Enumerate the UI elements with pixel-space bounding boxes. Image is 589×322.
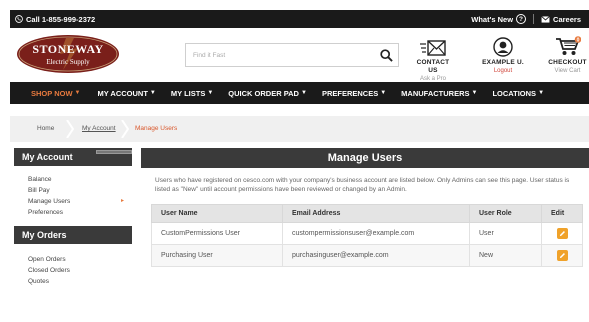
search-icon (379, 48, 393, 62)
chevron-down-icon: ▼ (380, 90, 387, 96)
topbar-divider (533, 14, 535, 24)
nav-my-lists[interactable]: MY LISTS ▼ (171, 82, 213, 104)
sidebar-item-preferences[interactable]: Preferences (28, 207, 132, 218)
contact-us-link[interactable]: CONTACT US Ask a Pro (411, 35, 455, 83)
column-header: Edit (541, 204, 583, 223)
pencil-icon (559, 231, 565, 237)
nav-locations[interactable]: LOCATIONS ▼ (492, 82, 544, 104)
edit-cell (541, 222, 583, 245)
chevron-right-icon: ▸ (120, 198, 124, 204)
logo-tagline: Electric Supply (46, 58, 90, 66)
user-avatar-icon (493, 37, 513, 57)
sidebar-item-manage-users[interactable]: Manage Users ▸ (28, 196, 132, 207)
email-cell: purchasinguser@example.com (282, 244, 470, 267)
top-bar: Call 1-855-999-2372 What's New ? Careers (10, 10, 589, 28)
table-row: Purchasing User purchasinguser@example.c… (151, 244, 583, 267)
sidebar-item-closed-orders[interactable]: Closed Orders (28, 265, 132, 276)
email-cell: custompermissionsuser@example.com (282, 222, 470, 245)
sidebar-orders-list: Open Orders Closed Orders Quotes (14, 244, 132, 295)
column-header: User Name (151, 204, 283, 223)
careers-link[interactable]: Careers (553, 15, 581, 24)
breadcrumb-chevron-icon (66, 120, 74, 138)
sidebar-item-open-orders[interactable]: Open Orders (28, 254, 132, 265)
sidebar-heading-my-orders: My Orders (14, 226, 132, 244)
chevron-down-icon: ▼ (471, 90, 478, 96)
question-icon[interactable]: ? (516, 14, 527, 24)
main-nav: SHOP NOW ▼ MY ACCOUNT ▼ MY LISTS ▼ QUICK OR… (10, 82, 589, 104)
user-role-cell: User (469, 222, 542, 245)
user-name: EXAMPLE U. (482, 59, 524, 66)
cart-badge: 0 (576, 38, 579, 44)
column-header: Email Address (282, 204, 470, 223)
user-name-cell: Purchasing User (151, 244, 283, 267)
whats-new-link[interactable]: What's New (471, 15, 513, 24)
logo-wordmark: STONEWAY (32, 42, 103, 56)
stoneway-logo[interactable]: STONEWAY Electric Supply (16, 34, 120, 74)
page-title: Manage Users (141, 148, 589, 168)
nav-my-account[interactable]: MY ACCOUNT ▼ (98, 82, 156, 104)
checkout-title: CHECKOUT (548, 59, 587, 66)
user-account-link[interactable]: EXAMPLE U. Logout (480, 35, 526, 75)
chevron-down-icon: ▼ (149, 90, 156, 96)
search-button[interactable] (374, 44, 398, 66)
user-role-cell: New (469, 244, 542, 267)
breadcrumb-current: Manage Users (135, 125, 178, 132)
envelope-icon (541, 15, 550, 23)
nav-preferences[interactable]: PREFERENCES ▼ (322, 82, 386, 104)
site-header: STONEWAY Electric Supply Find it Fast CO… (10, 28, 589, 82)
column-header: User Role (469, 204, 542, 223)
search-input[interactable]: Find it Fast (186, 52, 374, 59)
search-box: Find it Fast (185, 43, 399, 67)
user-name-cell: CustomPermissions User (151, 222, 283, 245)
chevron-down-icon: ▼ (538, 90, 545, 96)
phone-number: Call 1-855-999-2372 (26, 14, 96, 24)
sidebar: My Account Balance Bill Pay Manage Users… (14, 148, 132, 295)
users-table: User Name Email Address User Role Edit C… (151, 204, 583, 267)
phone-link[interactable]: Call 1-855-999-2372 (15, 15, 95, 24)
table-header-row: User Name Email Address User Role Edit (151, 204, 583, 223)
edit-button[interactable] (556, 228, 568, 239)
edit-button[interactable] (556, 250, 568, 261)
sidebar-account-list: Balance Bill Pay Manage Users ▸ Preferen… (14, 166, 132, 226)
checkout-link[interactable]: 0 CHECKOUT View Cart (546, 35, 589, 75)
cart-icon: 0 (555, 36, 581, 55)
sidebar-item-balance[interactable]: Balance (28, 174, 132, 185)
nav-manufacturers[interactable]: MANUFACTURERS ▼ (401, 82, 477, 104)
chevron-down-icon: ▼ (300, 90, 307, 96)
table-row: CustomPermissions User custompermissions… (151, 222, 583, 245)
sidebar-collapse-handle[interactable] (96, 150, 132, 154)
phone-icon (15, 15, 23, 23)
breadcrumb-chevron-icon (121, 120, 129, 138)
edit-cell (541, 244, 583, 267)
chevron-down-icon: ▼ (207, 90, 214, 96)
chevron-down-icon: ▼ (74, 90, 81, 96)
logout-link[interactable]: Logout (480, 67, 526, 75)
sidebar-heading-my-account: My Account (14, 148, 132, 166)
main-panel: Manage Users Users who have registered o… (141, 148, 589, 267)
pencil-icon (559, 253, 565, 259)
nav-quick-order-pad[interactable]: QUICK ORDER PAD ▼ (228, 82, 307, 104)
breadcrumb: Home My Account Manage Users (10, 116, 589, 142)
contact-envelope-icon (420, 40, 446, 56)
sidebar-item-bill-pay[interactable]: Bill Pay (28, 185, 132, 196)
contact-title: CONTACT US (416, 59, 450, 74)
breadcrumb-home[interactable]: Home (37, 125, 54, 132)
breadcrumb-my-account[interactable]: My Account (82, 125, 116, 132)
sidebar-item-quotes[interactable]: Quotes (28, 276, 132, 287)
nav-shop-now[interactable]: SHOP NOW ▼ (31, 82, 81, 104)
checkout-subtitle: View Cart (554, 68, 581, 74)
